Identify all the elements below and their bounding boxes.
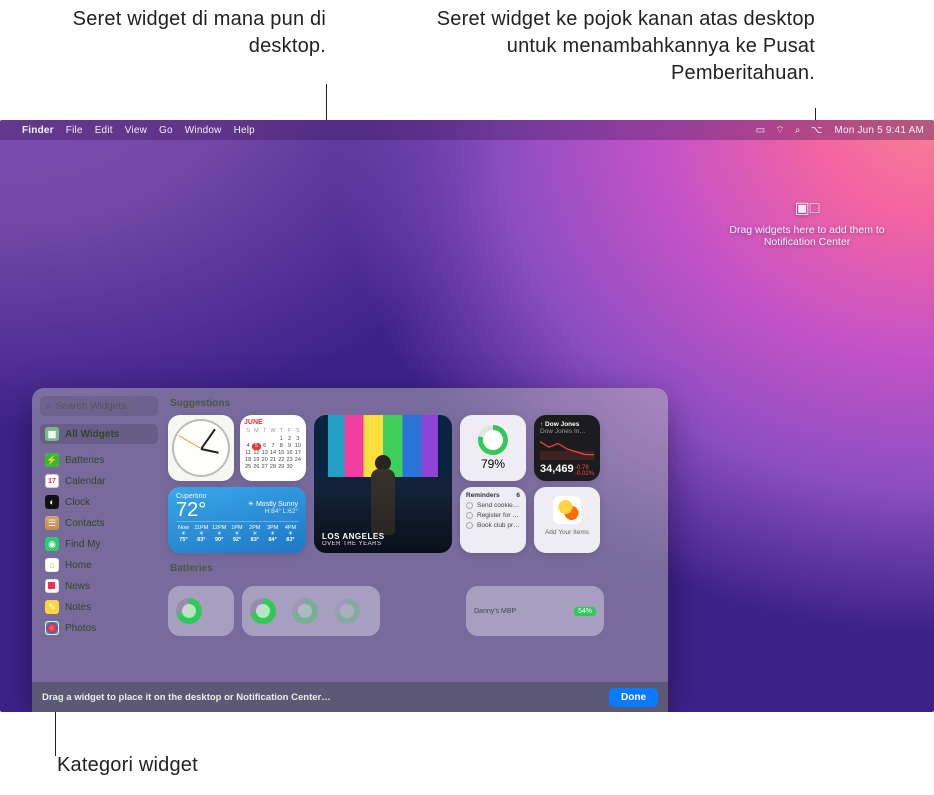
menubar-item-help[interactable]: Help <box>234 125 255 136</box>
desktop-screenshot: Finder File Edit View Go Window Help ▭ ⌔… <box>0 120 934 712</box>
photos-icon <box>45 621 59 635</box>
battery-device-label: Danny's MBP <box>474 608 516 615</box>
sidebar-item-label: Clock <box>65 497 90 508</box>
all-widgets-icon: ▦ <box>45 427 59 441</box>
sidebar-item-find-my[interactable]: ◉ Find My <box>40 534 158 554</box>
notification-center-drop-zone[interactable]: ▣□ Drag widgets here to add them to Noti… <box>712 198 902 248</box>
find-my-label: Add Your Items <box>540 529 594 536</box>
widget-dropzone-icon: ▣□ <box>712 198 902 218</box>
sun-icon: ☀ <box>248 501 254 508</box>
sidebar-item-notes[interactable]: ✎ Notes <box>40 597 158 617</box>
widget-gallery-main: Suggestions June SMTWTFS 123456789101112… <box>164 388 668 712</box>
menubar-app-name[interactable]: Finder <box>22 125 54 136</box>
photos-widget[interactable]: LOS ANGELES OVER THE YEARS <box>314 415 452 553</box>
callout-widget-categories: Kategori widget <box>57 752 317 779</box>
clock-icon: ◐ <box>45 495 59 509</box>
section-title-batteries: Batteries <box>170 563 658 574</box>
status-icons: ▭ ⌔ ⌕ ⌥ <box>756 124 823 137</box>
reminders-count: 6 <box>516 492 520 499</box>
sidebar-item-label: All Widgets <box>65 429 119 440</box>
clock-widget[interactable] <box>168 415 234 481</box>
done-button[interactable]: Done <box>609 688 658 707</box>
sidebar-item-photos[interactable]: Photos <box>40 618 158 638</box>
sidebar-item-news[interactable]: News <box>40 576 158 596</box>
battery-device-pct: 54% <box>574 607 596 616</box>
search-icon: ⌕ <box>46 401 52 412</box>
sidebar-item-contacts[interactable]: ☰ Contacts <box>40 513 158 533</box>
calendar-month-label: June <box>244 419 302 426</box>
widget-gallery-footer: Drag a widget to place it on the desktop… <box>32 682 668 712</box>
calendar-icon: 17 <box>45 474 59 488</box>
weather-location: Cupertino <box>176 493 298 500</box>
menubar-item-window[interactable]: Window <box>185 125 222 136</box>
stocks-widget[interactable]: ↑ Dow Jones Dow Jones In… 34,469 -0.76-0… <box>534 415 600 481</box>
section-title-suggestions: Suggestions <box>170 398 658 409</box>
sidebar-item-label: Calendar <box>65 476 106 487</box>
stocks-sparkline <box>540 438 594 460</box>
battery-ring-icon <box>478 425 508 455</box>
drop-hint-text: Drag widgets here to add them to Notific… <box>729 224 884 248</box>
callout-desktop-drag: Seret widget di mana pun di desktop. <box>16 6 326 60</box>
stocks-symbol: ↑ Dow Jones <box>540 421 594 428</box>
reminders-widget[interactable]: Reminders 6 Send cookie reci…Register fo… <box>460 487 526 553</box>
menubar-item-edit[interactable]: Edit <box>95 125 113 136</box>
news-icon <box>45 579 59 593</box>
footer-hint-text: Drag a widget to place it on the desktop… <box>42 692 331 703</box>
spotlight-icon[interactable]: ⌕ <box>795 125 801 136</box>
battery-ring-icon <box>334 598 360 624</box>
batteries-widget-medium[interactable] <box>242 586 380 636</box>
find-my-items-icon <box>552 495 582 525</box>
reminders-title: Reminders <box>466 492 500 499</box>
battery-status-icon[interactable]: ▭ <box>756 125 766 136</box>
weather-condition: Mostly Sunny <box>256 501 298 508</box>
sidebar-item-clock[interactable]: ◐ Clock <box>40 492 158 512</box>
stocks-name: Dow Jones In… <box>540 428 594 435</box>
sidebar-item-label: Batteries <box>65 455 104 466</box>
widget-sidebar: ⌕ Search Widgets ▦ All Widgets ⚡ Batteri… <box>32 388 164 712</box>
battery-widget[interactable]: 79% <box>460 415 526 481</box>
find-my-icon: ◉ <box>45 537 59 551</box>
sidebar-item-batteries[interactable]: ⚡ Batteries <box>40 450 158 470</box>
menu-bar: Finder File Edit View Go Window Help ▭ ⌔… <box>0 120 934 140</box>
photo-person-silhouette <box>366 455 400 535</box>
search-placeholder: Search Widgets <box>56 401 127 412</box>
sidebar-item-all-widgets[interactable]: ▦ All Widgets <box>40 424 158 444</box>
sidebar-item-calendar[interactable]: 17 Calendar <box>40 471 158 491</box>
home-icon: ⌂ <box>45 558 59 572</box>
sidebar-item-home[interactable]: ⌂ Home <box>40 555 158 575</box>
battery-percent-label: 79% <box>481 457 505 471</box>
battery-ring-icon <box>292 598 318 624</box>
sidebar-item-label: Notes <box>65 602 91 613</box>
batteries-widget-list[interactable]: Danny's MBP 54% <box>466 586 604 636</box>
control-center-icon[interactable]: ⌥ <box>811 125 823 136</box>
photos-subtitle: OVER THE YEARS <box>322 541 385 547</box>
sidebar-item-label: Photos <box>65 623 96 634</box>
battery-ring-icon <box>176 598 202 624</box>
sidebar-item-label: News <box>65 581 90 592</box>
weather-hilo: H:84° L:62° <box>176 508 298 515</box>
batteries-widget-small[interactable] <box>168 586 234 636</box>
stocks-change-pct: -0.02% <box>575 471 594 477</box>
menubar-item-go[interactable]: Go <box>159 125 173 136</box>
find-my-widget[interactable]: Add Your Items <box>534 487 600 553</box>
search-input[interactable]: ⌕ Search Widgets <box>40 396 158 416</box>
contacts-icon: ☰ <box>45 516 59 530</box>
menubar-datetime[interactable]: Mon Jun 5 9:41 AM <box>834 125 924 136</box>
callout-notification-center: Seret widget ke pojok kanan atas desktop… <box>395 6 815 87</box>
battery-icon: ⚡ <box>45 453 59 467</box>
menubar-item-file[interactable]: File <box>66 125 83 136</box>
sidebar-item-label: Home <box>65 560 92 571</box>
menubar-item-view[interactable]: View <box>125 125 147 136</box>
weather-widget[interactable]: Cupertino 72° ☀ Mostly Sunny H:84° L:62°… <box>168 487 306 553</box>
wifi-icon[interactable]: ⌔ <box>775 124 785 137</box>
sidebar-item-label: Find My <box>65 539 101 550</box>
widget-gallery-panel: ⌕ Search Widgets ▦ All Widgets ⚡ Batteri… <box>32 388 668 712</box>
calendar-widget[interactable]: June SMTWTFS 123456789101112131415161718… <box>240 415 306 481</box>
sidebar-item-label: Contacts <box>65 518 104 529</box>
photos-title: LOS ANGELES <box>322 532 385 541</box>
battery-ring-icon <box>250 598 276 624</box>
notes-icon: ✎ <box>45 600 59 614</box>
